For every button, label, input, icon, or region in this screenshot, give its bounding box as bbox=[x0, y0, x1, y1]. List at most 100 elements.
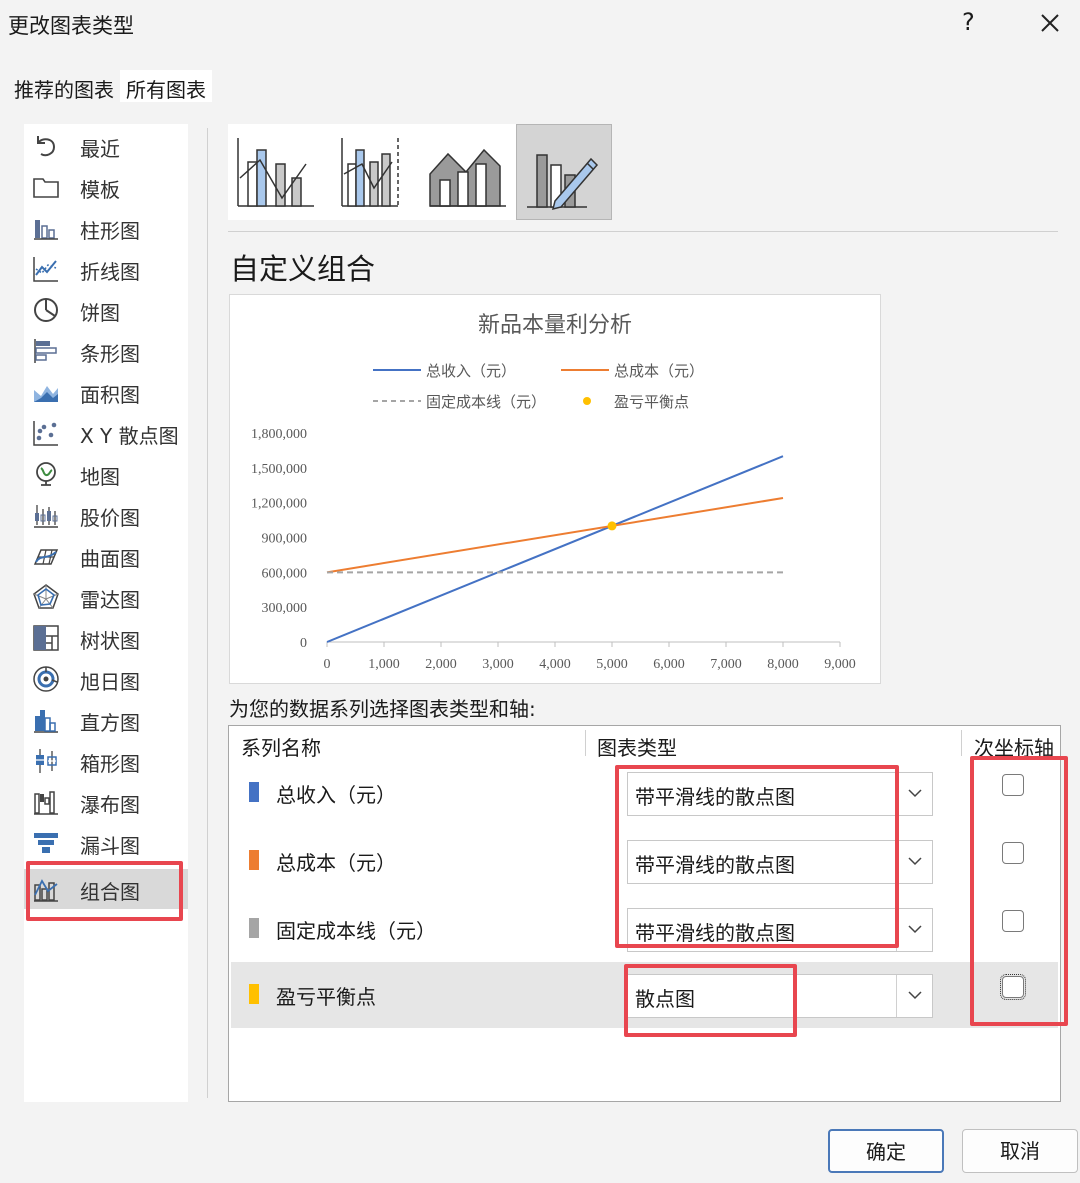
nav-item-map[interactable]: 地图 bbox=[24, 454, 188, 494]
nav-item-label: 柱形图 bbox=[80, 219, 140, 243]
x-tick-label: 1,000 bbox=[368, 657, 400, 672]
x-tick-label: 5,000 bbox=[596, 657, 628, 672]
legend-label: 固定成本线（元） bbox=[426, 393, 546, 411]
ok-button[interactable]: 确定 bbox=[828, 1129, 944, 1173]
cancel-button[interactable]: 取消 bbox=[962, 1129, 1078, 1173]
nav-item-pie[interactable]: 饼图 bbox=[24, 290, 188, 330]
dropdown-button[interactable] bbox=[896, 975, 932, 1017]
series-line bbox=[326, 497, 784, 574]
series-name: 固定成本线（元） bbox=[276, 919, 436, 943]
funnel-icon bbox=[34, 833, 58, 853]
secondary-axis-checkbox[interactable] bbox=[1000, 974, 1026, 1000]
nav-item-label: 模板 bbox=[80, 178, 120, 202]
dropdown-button[interactable] bbox=[896, 773, 932, 815]
panel-divider bbox=[207, 128, 208, 1098]
series-name: 总收入（元） bbox=[276, 783, 396, 807]
chart-type-value: 带平滑线的散点图 bbox=[635, 785, 795, 809]
subtype-custom-combination[interactable] bbox=[516, 124, 612, 220]
chart-type-dropdown[interactable]: 带平滑线的散点图 bbox=[627, 908, 933, 952]
dropdown-button[interactable] bbox=[896, 909, 932, 951]
chart-category-list: 最近 模板 柱形图 折线图 饼图 条形图 面积图 X Y 散点图 地图 股价图 … bbox=[24, 124, 188, 1102]
nav-item-treemap[interactable]: 树状图 bbox=[24, 618, 188, 658]
chart-type-dropdown[interactable]: 带平滑线的散点图 bbox=[627, 840, 933, 884]
tab-all-charts[interactable]: 所有图表 bbox=[120, 70, 212, 102]
nav-item-bar[interactable]: 条形图 bbox=[24, 331, 188, 371]
subtype-column-line-secondary[interactable] bbox=[324, 124, 420, 220]
chart-type-dropdown[interactable]: 散点图 bbox=[627, 974, 933, 1018]
tab-recommended-charts[interactable]: 推荐的图表 bbox=[8, 70, 120, 102]
y-tick-label: 900,000 bbox=[262, 532, 308, 547]
x-tick-label: 0 bbox=[324, 657, 331, 672]
series-line bbox=[326, 455, 784, 643]
stock-chart-icon bbox=[34, 505, 58, 528]
nav-item-label: 饼图 bbox=[80, 301, 120, 325]
area-chart-icon bbox=[34, 386, 58, 402]
header-divider bbox=[585, 730, 586, 756]
nav-item-surface[interactable]: 曲面图 bbox=[24, 536, 188, 576]
close-icon[interactable] bbox=[1035, 8, 1065, 38]
x-tick-label: 4,000 bbox=[539, 657, 571, 672]
secondary-axis-checkbox[interactable] bbox=[1002, 774, 1024, 796]
y-tick-label: 1,500,000 bbox=[251, 462, 307, 477]
header-divider bbox=[961, 730, 962, 756]
stacked-area-column-icon bbox=[429, 148, 506, 207]
series-name: 总成本（元） bbox=[276, 851, 396, 875]
column-chart-icon bbox=[34, 220, 58, 240]
legend-label: 总收入（元） bbox=[426, 362, 516, 380]
treemap-icon bbox=[33, 625, 59, 651]
nav-item-recent[interactable]: 最近 bbox=[24, 126, 188, 166]
chevron-down-icon bbox=[908, 857, 922, 866]
combo-chart-icon bbox=[34, 879, 58, 902]
dialog-title: 更改图表类型 bbox=[8, 14, 134, 38]
chart-type-value: 带平滑线的散点图 bbox=[635, 921, 795, 945]
chart-svg: 新品本量利分析总收入（元） 总成本（元） 固定成本线（元） 盈亏平衡点 0 300,000… bbox=[251, 313, 856, 672]
nav-item-templates[interactable]: 模板 bbox=[24, 167, 188, 207]
column-line-secondary-axis-icon bbox=[341, 138, 399, 207]
surface-chart-icon bbox=[33, 549, 59, 565]
chart-type-value: 带平滑线的散点图 bbox=[635, 853, 795, 877]
nav-item-sunburst[interactable]: 旭日图 bbox=[24, 659, 188, 699]
nav-item-line[interactable]: 折线图 bbox=[24, 249, 188, 289]
nav-item-box-whisker[interactable]: 箱形图 bbox=[24, 741, 188, 781]
nav-item-label: 雷达图 bbox=[80, 588, 140, 612]
nav-item-xy-scatter[interactable]: X Y 散点图 bbox=[24, 413, 188, 453]
nav-item-label: 地图 bbox=[80, 465, 120, 489]
subtype-clustered-column-line[interactable] bbox=[228, 124, 324, 220]
series-prompt: 为您的数据系列选择图表类型和轴: bbox=[229, 697, 536, 721]
series-color-swatch bbox=[249, 850, 259, 870]
secondary-axis-checkbox[interactable] bbox=[1002, 842, 1024, 864]
series-row: 总收入（元） 带平滑线的散点图 bbox=[231, 760, 1058, 826]
nav-item-label: 最近 bbox=[80, 137, 120, 161]
y-tick-label: 300,000 bbox=[262, 601, 308, 616]
nav-item-area[interactable]: 面积图 bbox=[24, 372, 188, 412]
dropdown-button[interactable] bbox=[896, 841, 932, 883]
secondary-axis-checkbox[interactable] bbox=[1002, 910, 1024, 932]
nav-item-combo[interactable]: 组合图 bbox=[24, 869, 188, 909]
y-tick-label: 0 bbox=[300, 636, 307, 651]
box-whisker-icon bbox=[36, 749, 57, 773]
help-button[interactable]: ? bbox=[962, 8, 975, 36]
nav-item-waterfall[interactable]: 瀑布图 bbox=[24, 782, 188, 822]
nav-item-label: 旭日图 bbox=[80, 670, 140, 694]
nav-item-column[interactable]: 柱形图 bbox=[24, 208, 188, 248]
y-tick-label: 600,000 bbox=[262, 566, 308, 581]
chart-type-dropdown[interactable]: 带平滑线的散点图 bbox=[627, 772, 933, 816]
undo-icon bbox=[37, 136, 56, 157]
series-row: 总成本（元） 带平滑线的散点图 bbox=[231, 828, 1058, 894]
nav-item-label: 组合图 bbox=[80, 880, 140, 904]
series-row: 固定成本线（元） 带平滑线的散点图 bbox=[231, 896, 1058, 962]
nav-item-label: 树状图 bbox=[80, 629, 140, 653]
nav-item-radar[interactable]: 雷达图 bbox=[24, 577, 188, 617]
legend-label: 盈亏平衡点 bbox=[614, 393, 689, 411]
legend-label: 总成本（元） bbox=[614, 362, 704, 380]
nav-item-funnel[interactable]: 漏斗图 bbox=[24, 823, 188, 863]
header-chart-type: 图表类型 bbox=[597, 736, 677, 760]
x-tick-label: 6,000 bbox=[653, 657, 685, 672]
map-globe-icon bbox=[36, 462, 56, 486]
chevron-down-icon bbox=[908, 925, 922, 934]
nav-item-label: 条形图 bbox=[80, 342, 140, 366]
tab-bar: 推荐的图表 所有图表 bbox=[8, 70, 212, 102]
nav-item-stock[interactable]: 股价图 bbox=[24, 495, 188, 535]
subtype-stacked-area-column[interactable] bbox=[420, 124, 516, 220]
nav-item-histogram[interactable]: 直方图 bbox=[24, 700, 188, 740]
